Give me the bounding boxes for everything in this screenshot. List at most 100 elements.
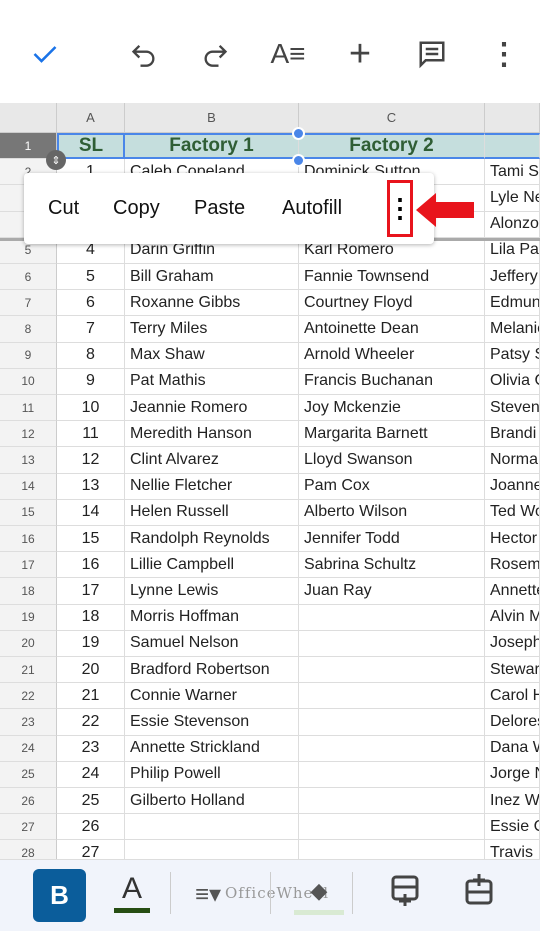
row-number[interactable]: 22 [0,683,57,710]
cell-sl[interactable]: 21 [57,683,125,710]
paste-button[interactable]: Paste [194,197,245,220]
cell-sl[interactable]: 6 [57,290,125,317]
cell-factory-1[interactable]: Meredith Hanson [125,421,299,448]
cell-factory-2[interactable]: Juan Ray [299,578,485,605]
cell-sl[interactable]: 26 [57,814,125,841]
cell-sl[interactable]: 8 [57,342,125,369]
insert-row-above-icon[interactable] [464,872,494,911]
cell-factory-1[interactable]: Clint Alvarez [125,447,299,474]
cell-factory-1[interactable]: Lillie Campbell [125,552,299,579]
cell-d[interactable]: Stewar [485,657,540,684]
more-vert-icon[interactable]: ⋮ [482,32,526,76]
undo-icon[interactable] [122,32,166,76]
cell-d[interactable]: Tami S [485,159,540,186]
redo-icon[interactable] [193,32,237,76]
header-cell-factory-2[interactable]: Factory 2 [299,133,485,160]
add-icon[interactable]: + [338,32,382,76]
text-format-icon[interactable]: A≡ [266,32,310,76]
cell-d[interactable]: Rosem [485,552,540,579]
cell-factory-1[interactable]: Philip Powell [125,761,299,788]
cell-d[interactable]: Lila Pa [485,237,540,264]
cell-factory-1[interactable]: Max Shaw [125,342,299,369]
cell-factory-2[interactable]: Alberto Wilson [299,499,485,526]
cell-sl[interactable]: 19 [57,630,125,657]
cell-sl[interactable]: 12 [57,447,125,474]
cell-factory-2[interactable] [299,604,485,631]
cell-factory-2[interactable] [299,840,485,860]
cell-factory-2[interactable]: Fannie Townsend [299,264,485,291]
cell-d[interactable]: Norman [485,447,540,474]
cell-d[interactable]: Patsy S [485,342,540,369]
cell-sl[interactable]: 7 [57,316,125,343]
cell-factory-1[interactable]: Bradford Robertson [125,657,299,684]
cell-sl[interactable]: 10 [57,395,125,422]
cell-d[interactable]: Steven [485,395,540,422]
cell-sl[interactable]: 23 [57,735,125,762]
text-color-button[interactable]: A [110,872,154,916]
cell-factory-2[interactable] [299,709,485,736]
row-number[interactable]: 14 [0,473,57,500]
cell-factory-2[interactable]: Courtney Floyd [299,290,485,317]
row-number[interactable]: 16 [0,526,57,553]
cell-factory-1[interactable]: Terry Miles [125,316,299,343]
header-cell-factory-1[interactable]: Factory 1 [125,133,299,160]
cell-factory-1[interactable]: Jeannie Romero [125,395,299,422]
header-cell-d[interactable] [485,133,540,160]
cut-button[interactable]: Cut [48,197,79,220]
cell-d[interactable]: Joanne [485,473,540,500]
cell-factory-2[interactable]: Joy Mckenzie [299,395,485,422]
cell-factory-1[interactable]: Gilberto Holland [125,788,299,815]
row-number[interactable]: 24 [0,735,57,762]
cell-d[interactable]: Lyle Ne [485,185,540,212]
cell-factory-2[interactable] [299,657,485,684]
cell-sl[interactable]: 18 [57,604,125,631]
cell-factory-2[interactable]: Arnold Wheeler [299,342,485,369]
check-icon[interactable] [23,32,67,76]
cell-factory-2[interactable] [299,761,485,788]
column-header-d[interactable] [485,103,540,133]
row-number[interactable]: 17 [0,552,57,579]
more-options-icon[interactable]: ⋮ [387,180,413,237]
cell-factory-2[interactable]: Antoinette Dean [299,316,485,343]
fill-color-button[interactable]: ◆ [294,878,344,918]
cell-sl[interactable]: 15 [57,526,125,553]
column-header-c[interactable]: C [299,103,485,133]
cell-factory-2[interactable] [299,630,485,657]
row-number[interactable]: 25 [0,761,57,788]
cell-sl[interactable]: 14 [57,499,125,526]
cell-sl[interactable]: 17 [57,578,125,605]
row-number[interactable]: 28 [0,840,57,860]
cell-factory-2[interactable]: Pam Cox [299,473,485,500]
comment-icon[interactable] [410,32,454,76]
cell-d[interactable]: Delores [485,709,540,736]
cell-d[interactable]: Melanie [485,316,540,343]
cell-d[interactable]: Brandi [485,421,540,448]
cell-sl[interactable]: 5 [57,264,125,291]
cell-factory-2[interactable]: Francis Buchanan [299,368,485,395]
column-header-a[interactable]: A [57,103,125,133]
cell-d[interactable]: Hector [485,526,540,553]
cell-sl[interactable]: 11 [57,421,125,448]
row-number[interactable]: 6 [0,264,57,291]
row-number[interactable]: 27 [0,814,57,841]
cell-sl[interactable]: 13 [57,473,125,500]
cell-factory-1[interactable]: Helen Russell [125,499,299,526]
cell-d[interactable]: Carol H [485,683,540,710]
row-number[interactable]: 7 [0,290,57,317]
cell-factory-1[interactable]: Roxanne Gibbs [125,290,299,317]
row-number[interactable]: 18 [0,578,57,605]
cell-factory-2[interactable]: Margarita Barnett [299,421,485,448]
row-number[interactable]: 21 [0,657,57,684]
cell-d[interactable]: Essie C [485,814,540,841]
cell-factory-1[interactable]: Nellie Fletcher [125,473,299,500]
selection-handle-bottom[interactable] [292,154,305,167]
row-number[interactable]: 11 [0,395,57,422]
cell-sl[interactable]: 24 [57,761,125,788]
cell-factory-2[interactable] [299,814,485,841]
cell-d[interactable]: Jeffery [485,264,540,291]
row-resize-icon[interactable]: ⇕ [46,150,66,170]
row-number[interactable]: 15 [0,499,57,526]
cell-sl[interactable]: 27 [57,840,125,860]
cell-factory-2[interactable]: Jennifer Todd [299,526,485,553]
row-number[interactable]: 9 [0,342,57,369]
